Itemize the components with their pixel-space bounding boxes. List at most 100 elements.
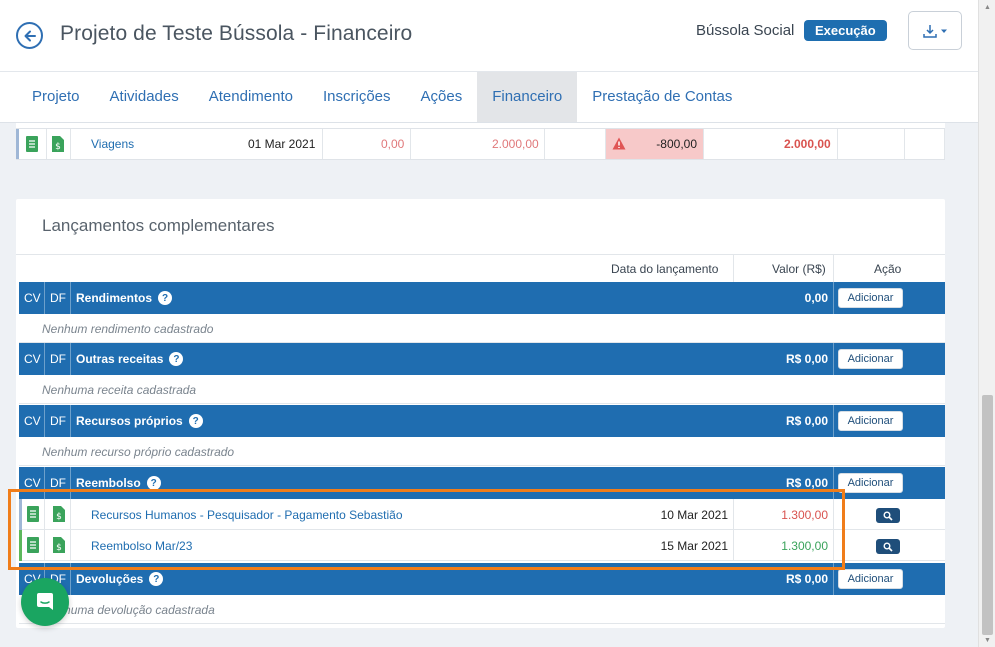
vertical-scrollbar[interactable]: ▲ ▼: [978, 0, 995, 647]
section-rendimentos: CV DF Rendimentos? 0,00 Adicionar: [19, 282, 945, 314]
help-icon[interactable]: ?: [146, 476, 161, 490]
budget-item-name[interactable]: Viagens: [91, 129, 134, 159]
tab-projeto[interactable]: Projeto: [17, 72, 95, 122]
cv-document-icon[interactable]: [26, 505, 40, 526]
df-document-icon[interactable]: $: [52, 505, 66, 526]
entry-value: 1.300,00: [781, 508, 828, 522]
section-outras-receitas: CV DF Outras receitas? R$ 0,00 Adicionar: [19, 343, 945, 375]
empty-message: Nenhum rendimento cadastrado: [42, 322, 214, 336]
section-title: Devoluções: [76, 572, 144, 586]
column-header-action: Ação: [874, 262, 902, 276]
row-marker: [16, 129, 19, 159]
scroll-down-icon[interactable]: ▼: [979, 633, 995, 647]
table-row: $ Recursos Humanos - Pesquisador - Pagam…: [19, 499, 945, 530]
df-label: DF: [50, 476, 66, 490]
empty-message: Nenhum recurso próprio cadastrado: [42, 445, 235, 459]
section-amount: 0,00: [804, 291, 828, 305]
help-icon[interactable]: ?: [169, 352, 184, 366]
tab-inscricoes[interactable]: Inscrições: [308, 72, 406, 122]
budget-diff-cell: -800,00: [606, 129, 703, 159]
scroll-up-icon[interactable]: ▲: [979, 0, 995, 14]
cv-label: CV: [24, 476, 41, 490]
empty-outras-receitas: Nenhuma receita cadastrada: [19, 375, 945, 404]
entry-date: 10 Mar 2021: [660, 508, 728, 522]
svg-text:$: $: [55, 142, 61, 152]
tab-atendimento[interactable]: Atendimento: [194, 72, 308, 122]
entry-date: 15 Mar 2021: [660, 539, 728, 553]
export-dropdown-button[interactable]: [908, 11, 962, 50]
table-row: $ Reembolso Mar/23 15 Mar 2021 1.300,00: [19, 530, 945, 561]
empty-recursos-proprios: Nenhum recurso próprio cadastrado: [19, 437, 945, 466]
budget-table-fragment: $ Viagens 01 Mar 2021 0,00 2.000,00 -800…: [16, 123, 945, 160]
df-label: DF: [50, 414, 66, 428]
cv-document-icon[interactable]: [25, 129, 39, 159]
status-badge: Execução: [804, 20, 887, 41]
add-reembolso-button[interactable]: Adicionar: [838, 473, 903, 493]
chat-button[interactable]: [21, 578, 69, 626]
cv-label: CV: [24, 291, 41, 305]
search-icon: [883, 511, 893, 521]
entry-description[interactable]: Recursos Humanos - Pesquisador - Pagamen…: [91, 508, 403, 522]
table-row: $ Viagens 01 Mar 2021 0,00 2.000,00 -800…: [16, 128, 945, 160]
row-marker: [19, 530, 22, 561]
budget-item-total: 2.000,00: [784, 137, 831, 151]
page-title: Projeto de Teste Bússola - Financeiro: [60, 22, 413, 45]
column-header-date: Data do lançamento: [611, 262, 719, 276]
card-title: Lançamentos complementares: [42, 216, 275, 235]
add-outra-receita-button[interactable]: Adicionar: [838, 349, 903, 369]
df-document-icon[interactable]: $: [52, 536, 66, 557]
df-document-icon[interactable]: $: [51, 129, 65, 159]
column-header-value: Valor (R$): [772, 262, 826, 276]
svg-text:$: $: [56, 543, 62, 553]
back-button[interactable]: [16, 22, 43, 49]
top-header: Projeto de Teste Bússola - Financeiro Bú…: [0, 0, 978, 72]
section-title: Recursos próprios: [76, 414, 183, 428]
add-devolucao-button[interactable]: Adicionar: [838, 569, 903, 589]
table-header: Data do lançamento Valor (R$) Ação: [16, 254, 945, 283]
cv-label: CV: [24, 414, 41, 428]
entry-value: 1.300,00: [781, 539, 828, 553]
empty-rendimentos: Nenhum rendimento cadastrado: [19, 314, 945, 343]
section-amount: R$ 0,00: [785, 414, 828, 428]
view-entry-button[interactable]: [876, 539, 900, 554]
tab-acoes[interactable]: Ações: [406, 72, 478, 122]
chat-icon: [37, 593, 53, 610]
help-icon[interactable]: ?: [188, 414, 203, 428]
section-title: Outras receitas: [76, 352, 164, 366]
caret-down-icon: [941, 29, 947, 33]
section-reembolso: CV DF Reembolso? R$ 0,00 Adicionar: [19, 467, 945, 499]
budget-diff-value: -800,00: [656, 137, 697, 151]
scroll-thumb[interactable]: [982, 395, 993, 635]
df-label: DF: [50, 291, 66, 305]
complementary-entries-card: Lançamentos complementares Data do lança…: [16, 199, 945, 628]
cv-document-icon[interactable]: [26, 536, 40, 557]
tab-prestacao-de-contas[interactable]: Prestação de Contas: [577, 72, 747, 122]
cv-label: CV: [24, 352, 41, 366]
empty-devolucoes: Nenhuma devolução cadastrada: [19, 595, 945, 624]
svg-text:$: $: [56, 512, 62, 522]
row-marker: [19, 499, 22, 530]
budget-item-value-1: 0,00: [381, 137, 405, 151]
view-entry-button[interactable]: [876, 508, 900, 523]
entry-description[interactable]: Reembolso Mar/23: [91, 539, 192, 553]
section-recursos-proprios: CV DF Recursos próprios? R$ 0,00 Adicion…: [19, 405, 945, 437]
section-amount: R$ 0,00: [785, 476, 828, 490]
section-amount: R$ 0,00: [785, 572, 828, 586]
section-title: Reembolso: [76, 476, 141, 490]
organization-name: Bússola Social: [696, 22, 795, 39]
df-label: DF: [50, 352, 66, 366]
section-devolucoes: CV DF Devoluções? R$ 0,00 Adicionar: [19, 563, 945, 595]
tab-bar: Projeto Atividades Atendimento Inscriçõe…: [0, 72, 978, 123]
download-icon: [923, 24, 937, 38]
tab-financeiro[interactable]: Financeiro: [477, 72, 578, 122]
search-icon: [883, 542, 893, 552]
help-icon[interactable]: ?: [149, 572, 164, 586]
budget-item-date: 01 Mar 2021: [248, 137, 316, 151]
budget-item-value-2: 2.000,00: [492, 137, 539, 151]
add-recurso-proprio-button[interactable]: Adicionar: [838, 411, 903, 431]
add-rendimento-button[interactable]: Adicionar: [838, 288, 903, 308]
tab-atividades[interactable]: Atividades: [95, 72, 194, 122]
empty-message: Nenhuma receita cadastrada: [42, 383, 197, 397]
help-icon[interactable]: ?: [158, 291, 173, 305]
arrow-left-icon: [24, 30, 36, 41]
